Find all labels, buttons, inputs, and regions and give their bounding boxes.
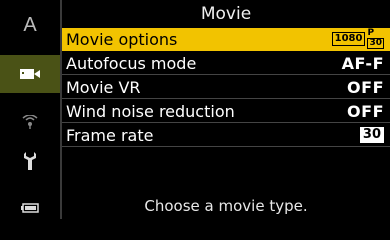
menu-item-value: AF-F xyxy=(341,53,384,73)
movie-camera-icon xyxy=(20,69,40,79)
a-letter: A xyxy=(23,13,37,36)
menu-item-autofocus-mode[interactable]: Autofocus mode AF-F xyxy=(62,52,390,75)
badge-frame: P 30 xyxy=(367,29,384,49)
setup-tab[interactable] xyxy=(4,142,56,180)
menu-item-value: 30 xyxy=(359,127,384,143)
wireless-icon xyxy=(22,115,38,129)
menu-list: Movie options 1080 P 30 Autofocus mode A… xyxy=(62,28,390,148)
wrench-icon xyxy=(24,152,36,170)
menu-item-value: OFF xyxy=(347,77,384,97)
badge-fps: 30 xyxy=(367,38,384,49)
badge-p: P xyxy=(367,28,375,38)
menu-item-value: OFF xyxy=(347,101,384,121)
badge-resolution: 1080 xyxy=(331,32,366,46)
menu-item-wind-noise-reduction[interactable]: Wind noise reduction OFF xyxy=(62,100,390,123)
menu-item-label: Movie options xyxy=(66,29,178,49)
menu-item-label: Autofocus mode xyxy=(66,53,197,73)
wireless-tab[interactable] xyxy=(4,103,56,141)
menu-item-movie-vr[interactable]: Movie VR OFF xyxy=(62,76,390,99)
page-title: Movie xyxy=(200,4,252,24)
menu-item-label: Frame rate xyxy=(66,125,154,145)
menu-item-movie-options[interactable]: Movie options 1080 P 30 xyxy=(62,28,390,51)
left-tab-rail: A xyxy=(0,0,60,219)
movie-quality-badge: 1080 P 30 xyxy=(331,29,384,49)
battery-tab[interactable] xyxy=(4,189,56,227)
a-tab[interactable]: A xyxy=(4,6,56,44)
menu-item-frame-rate[interactable]: Frame rate 30 xyxy=(62,124,390,147)
movie-tab[interactable] xyxy=(0,55,60,93)
menu-item-label: Movie VR xyxy=(66,77,141,97)
menu-item-label: Wind noise reduction xyxy=(66,101,235,121)
battery-icon xyxy=(21,203,39,213)
help-text: Choose a movie type. xyxy=(144,197,308,215)
